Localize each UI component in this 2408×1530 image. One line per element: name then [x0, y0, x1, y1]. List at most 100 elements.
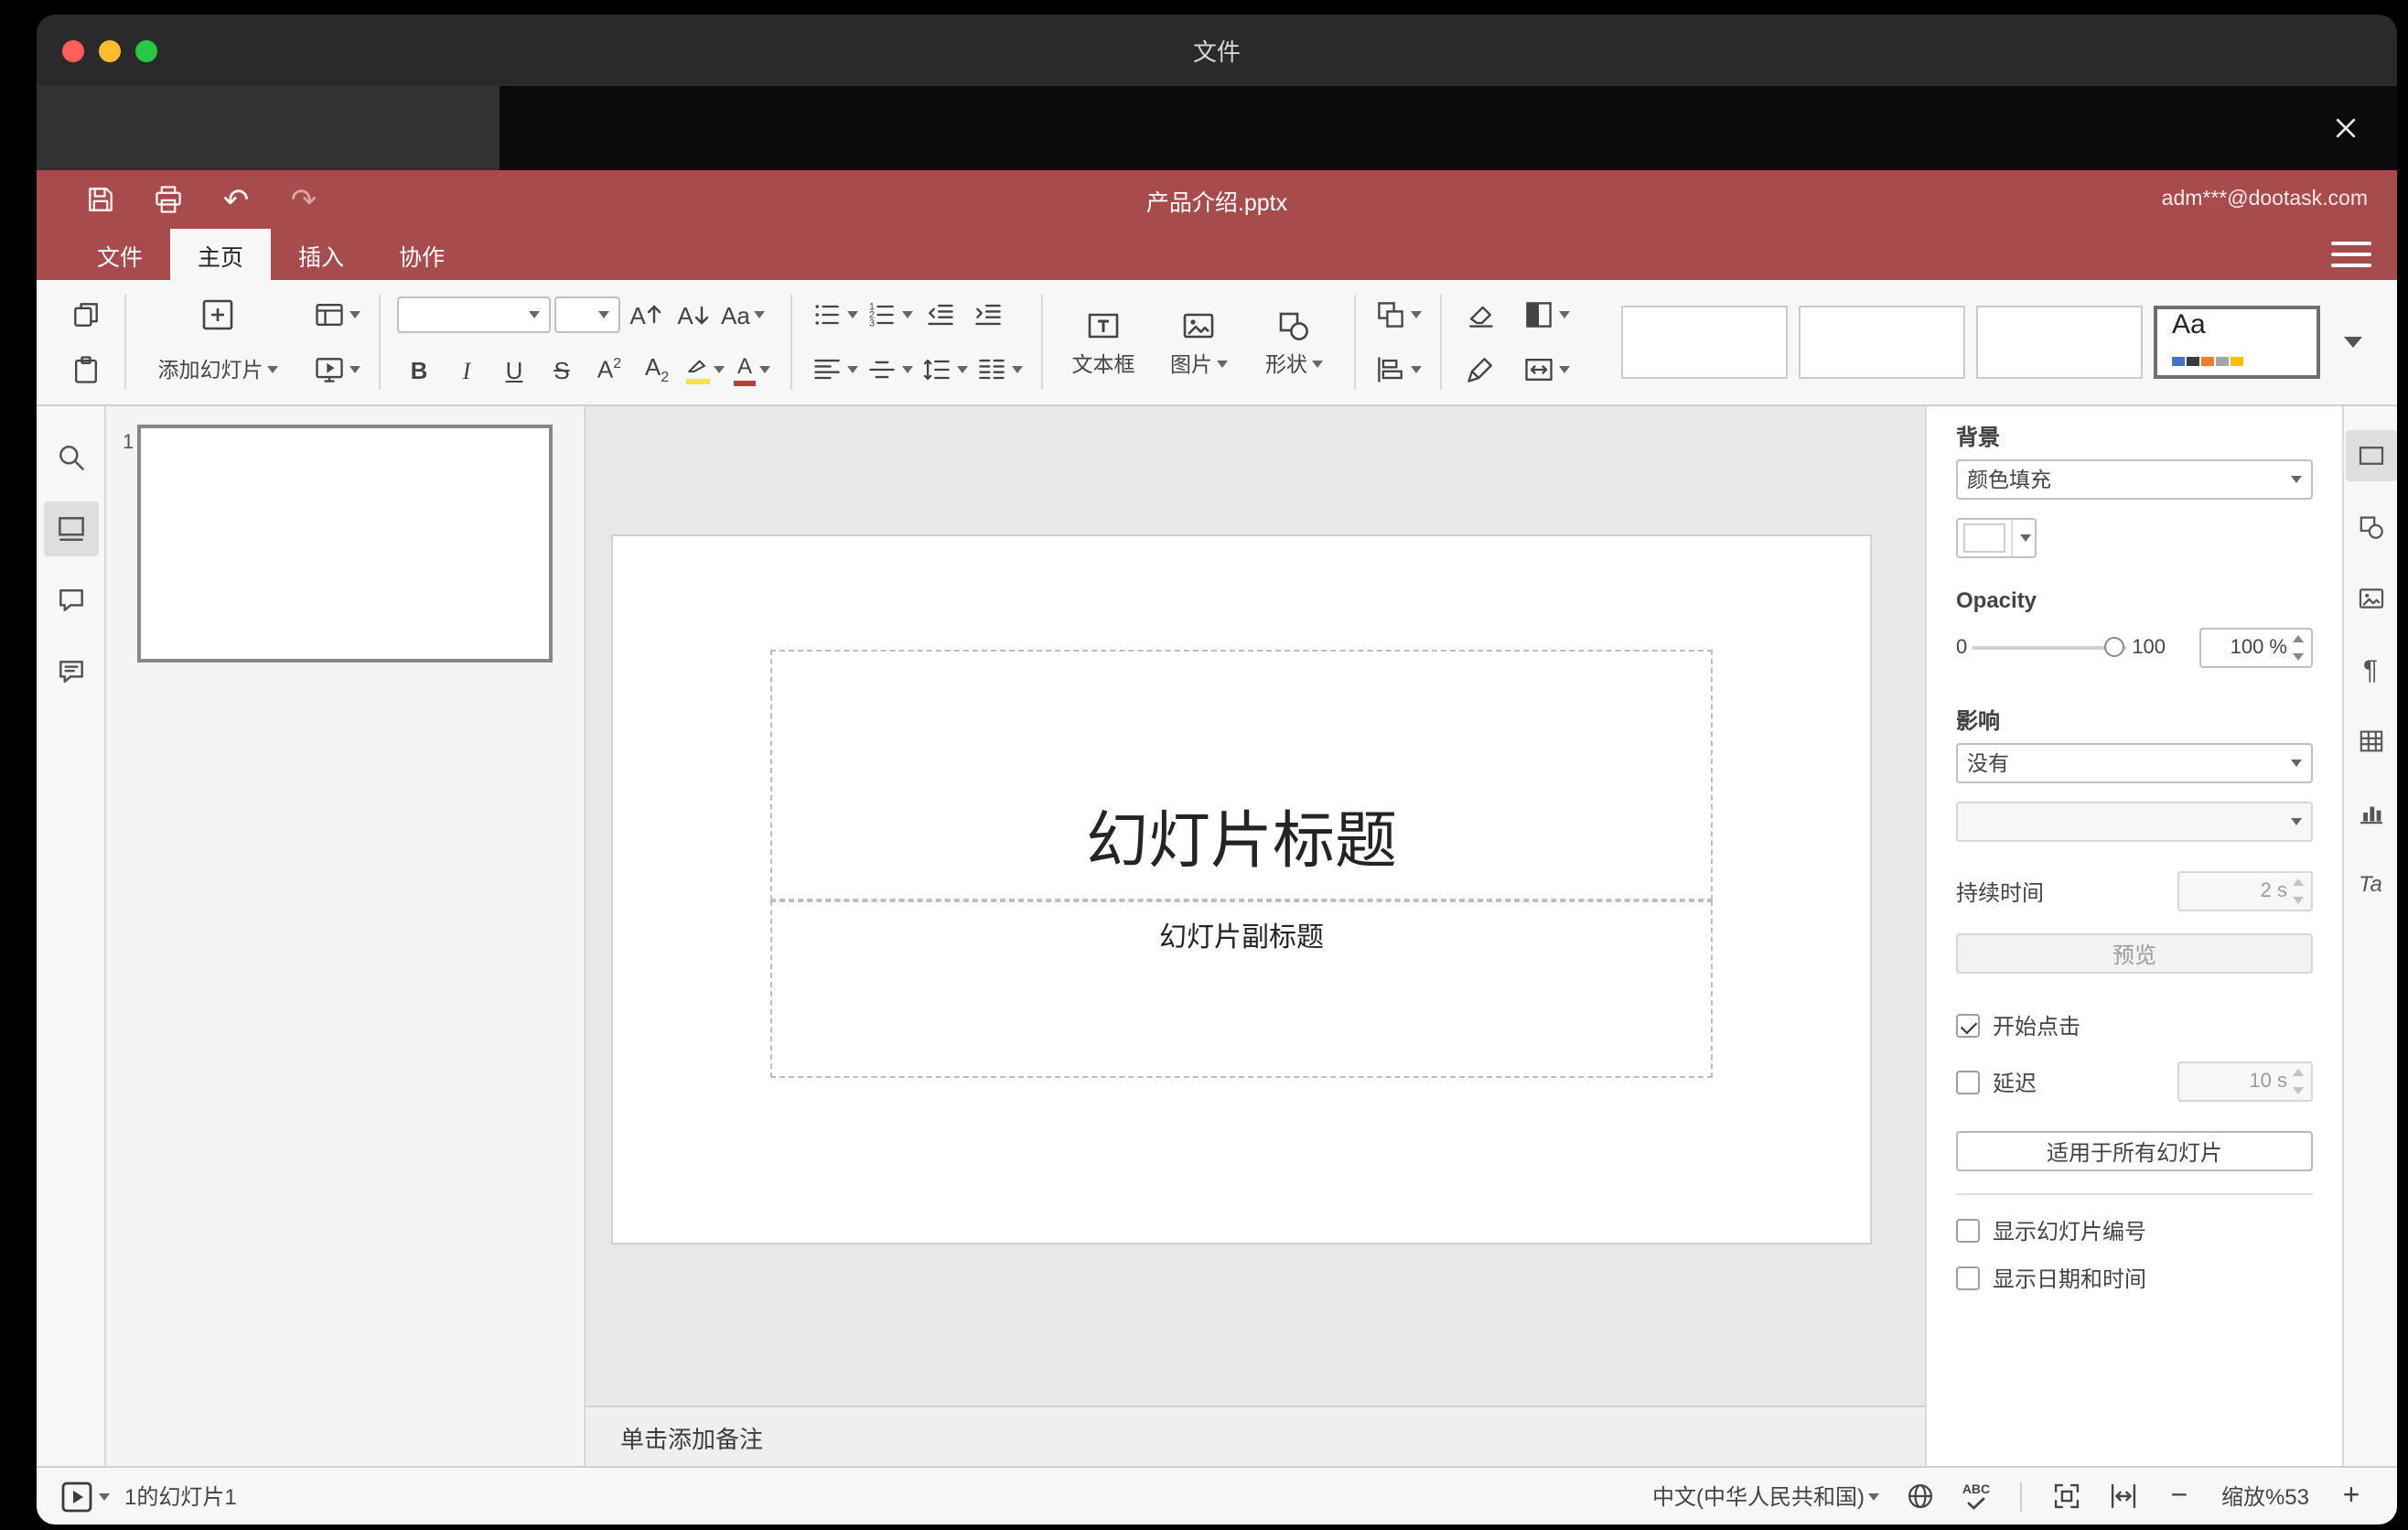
mac-zoom-icon[interactable] — [135, 39, 157, 61]
effect-select[interactable]: 没有 — [1956, 743, 2313, 783]
textart-settings-tab[interactable]: Ta — [2345, 858, 2396, 910]
color-scheme-button[interactable] — [1521, 293, 1572, 337]
opacity-slider[interactable] — [1973, 635, 2127, 661]
notes-area[interactable]: 单击添加备注 — [586, 1406, 1925, 1466]
highlight-color-button[interactable] — [683, 348, 726, 392]
fit-slide-button[interactable] — [2046, 1474, 2086, 1518]
underline-button[interactable]: U — [492, 348, 536, 392]
redo-button[interactable]: ↷ — [284, 179, 324, 220]
align-shape-button[interactable] — [1372, 348, 1424, 392]
font-name-select[interactable] — [397, 296, 551, 333]
paste-button[interactable] — [64, 348, 108, 392]
duration-spinner[interactable]: 2 s — [2177, 871, 2313, 911]
save-icon — [89, 188, 113, 211]
theme-option-1[interactable] — [1621, 306, 1788, 379]
show-date-time-row: 显示日期和时间 — [1956, 1263, 2313, 1294]
image-settings-tab[interactable] — [2345, 573, 2396, 624]
bold-button[interactable]: B — [397, 348, 441, 392]
document-language-button[interactable] — [1899, 1474, 1940, 1518]
show-slide-number-label: 显示幻灯片编号 — [1993, 1219, 2147, 1244]
theme-option-3[interactable] — [1976, 306, 2143, 379]
table-settings-tab[interactable] — [2345, 716, 2396, 767]
theme-option-selected[interactable]: Aa — [2154, 306, 2320, 379]
increase-indent-button[interactable] — [966, 293, 1010, 337]
delay-checkbox[interactable] — [1956, 1070, 1980, 1094]
slides-panel-button[interactable] — [43, 501, 98, 556]
background-fill-select[interactable]: 颜色填充 — [1956, 459, 2313, 500]
title-placeholder[interactable]: 幻灯片标题 — [770, 650, 1713, 900]
spellcheck-button[interactable]: ABC — [1956, 1474, 1996, 1518]
save-button[interactable] — [81, 179, 121, 220]
undo-button[interactable]: ↶ — [216, 179, 256, 220]
feedback-button[interactable] — [43, 644, 98, 699]
numbering-button[interactable]: 1 2 3 — [864, 293, 915, 337]
change-case-button[interactable]: Aa — [719, 293, 767, 337]
paragraph-settings-tab[interactable]: ¶ — [2345, 644, 2396, 695]
clear-style-button[interactable] — [1458, 293, 1502, 337]
arrange-group — [1363, 292, 1433, 393]
slider-knob[interactable] — [2104, 637, 2125, 657]
bullets-button[interactable] — [809, 293, 860, 337]
menu-button[interactable] — [2331, 238, 2371, 271]
preview-button[interactable]: 预览 — [1956, 933, 2313, 974]
background-color-picker[interactable] — [1956, 518, 2037, 558]
zoom-level-label: 缩放%53 — [2220, 1484, 2310, 1510]
arrange-shape-button[interactable] — [1372, 293, 1424, 337]
decrease-indent-button[interactable] — [919, 293, 962, 337]
show-date-time-checkbox[interactable] — [1956, 1266, 1980, 1290]
slide-thumbnail-1[interactable] — [137, 425, 553, 663]
copy-button[interactable] — [64, 293, 108, 337]
decrease-font-button[interactable]: A — [672, 293, 715, 337]
comments-button[interactable] — [43, 573, 98, 628]
delay-spinner[interactable]: 10 s — [2177, 1061, 2313, 1102]
chart-settings-tab[interactable] — [2345, 787, 2396, 838]
mac-close-icon[interactable] — [62, 39, 84, 61]
slide-size-button[interactable] — [1521, 348, 1572, 392]
account-label: adm***@dootask.com — [2161, 189, 2368, 210]
start-on-click-checkbox[interactable] — [1956, 1014, 1980, 1038]
effect-type-select[interactable] — [1956, 802, 2313, 842]
start-slideshow-status-button[interactable] — [55, 1474, 113, 1518]
start-slideshow-button[interactable] — [311, 348, 362, 392]
columns-button[interactable] — [973, 348, 1025, 392]
add-slide-button[interactable]: 添加幻灯片 — [156, 353, 280, 386]
insert-shape-button[interactable]: 形状 — [1250, 295, 1338, 390]
slide-canvas[interactable]: 幻灯片标题 幻灯片副标题 — [613, 536, 1870, 1243]
tab-collaboration[interactable]: 协作 — [371, 229, 472, 280]
opacity-value-spinner[interactable]: 100 % — [2199, 628, 2313, 668]
zoom-out-button[interactable]: − — [2159, 1474, 2199, 1518]
language-selector[interactable]: 中文(中华人民共和国) — [1649, 1474, 1883, 1518]
subtitle-placeholder[interactable]: 幻灯片副标题 — [770, 900, 1713, 1078]
slide-layout-button[interactable] — [311, 293, 362, 337]
font-color-button[interactable]: A — [730, 348, 774, 392]
insert-image-button[interactable]: 图片 — [1155, 295, 1242, 390]
close-button[interactable] — [2320, 102, 2371, 154]
theme-option-2[interactable] — [1799, 306, 1965, 379]
superscript-button[interactable]: A2 — [587, 348, 631, 392]
horizontal-align-button[interactable] — [809, 348, 860, 392]
tab-insert[interactable]: 插入 — [271, 229, 371, 280]
vertical-align-button[interactable] — [864, 348, 915, 392]
italic-button[interactable]: I — [445, 348, 489, 392]
print-button[interactable] — [148, 179, 188, 220]
increase-font-button[interactable]: A — [624, 293, 668, 337]
zoom-in-button[interactable]: + — [2331, 1474, 2371, 1518]
mac-minimize-icon[interactable] — [99, 39, 121, 61]
insert-textbox-button[interactable]: 文本框 — [1059, 295, 1147, 390]
tab-home[interactable]: 主页 — [170, 229, 272, 280]
fit-width-button[interactable] — [2102, 1474, 2143, 1518]
arrow-up-icon — [647, 305, 661, 324]
theme-gallery-expand-button[interactable] — [2331, 306, 2375, 379]
show-slide-number-checkbox[interactable] — [1956, 1219, 1980, 1243]
shape-settings-tab[interactable] — [2345, 501, 2396, 553]
subscript-button[interactable]: A2 — [635, 348, 679, 392]
strikethrough-button[interactable]: S — [540, 348, 584, 392]
copy-style-button[interactable] — [1458, 348, 1502, 392]
show-slide-number-row: 显示幻灯片编号 — [1956, 1215, 2313, 1246]
search-button[interactable] — [43, 430, 98, 485]
tab-file[interactable]: 文件 — [70, 229, 170, 280]
slide-settings-tab[interactable] — [2345, 430, 2396, 481]
line-spacing-button[interactable] — [919, 348, 970, 392]
font-size-select[interactable] — [554, 296, 620, 333]
apply-to-all-button[interactable]: 适用于所有幻灯片 — [1956, 1131, 2313, 1171]
